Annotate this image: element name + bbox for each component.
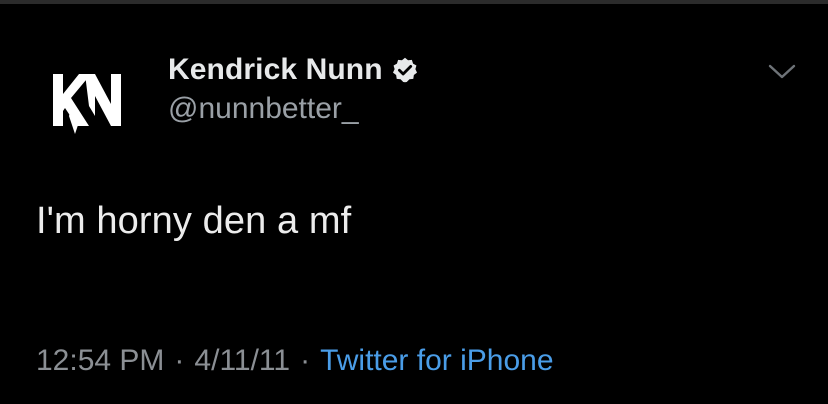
display-name[interactable]: Kendrick Nunn bbox=[168, 53, 383, 87]
verified-badge-icon bbox=[392, 57, 417, 83]
tweet-date[interactable]: 4/11/11 bbox=[194, 344, 290, 378]
chevron-down-icon bbox=[768, 64, 796, 79]
tweet-text: I'm horny den a mf bbox=[36, 200, 352, 242]
kn-logo-icon bbox=[53, 74, 121, 134]
tweet-meta: 12:54 PM · 4/11/11 · Twitter for iPhone bbox=[36, 344, 554, 378]
tweet-source-link[interactable]: Twitter for iPhone bbox=[320, 344, 553, 378]
name-row: Kendrick Nunn bbox=[168, 50, 419, 90]
meta-separator: · bbox=[300, 344, 311, 377]
meta-separator: · bbox=[174, 344, 185, 377]
author-block: Kendrick Nunn @nunnbetter_ bbox=[168, 50, 419, 126]
tweet-card: Kendrick Nunn @nunnbetter_ I'm horny den… bbox=[0, 0, 828, 404]
handle[interactable]: @nunnbetter_ bbox=[168, 92, 419, 126]
tweet-time[interactable]: 12:54 PM bbox=[36, 344, 164, 378]
avatar[interactable] bbox=[38, 50, 138, 150]
tweet-menu-button[interactable] bbox=[762, 58, 802, 86]
